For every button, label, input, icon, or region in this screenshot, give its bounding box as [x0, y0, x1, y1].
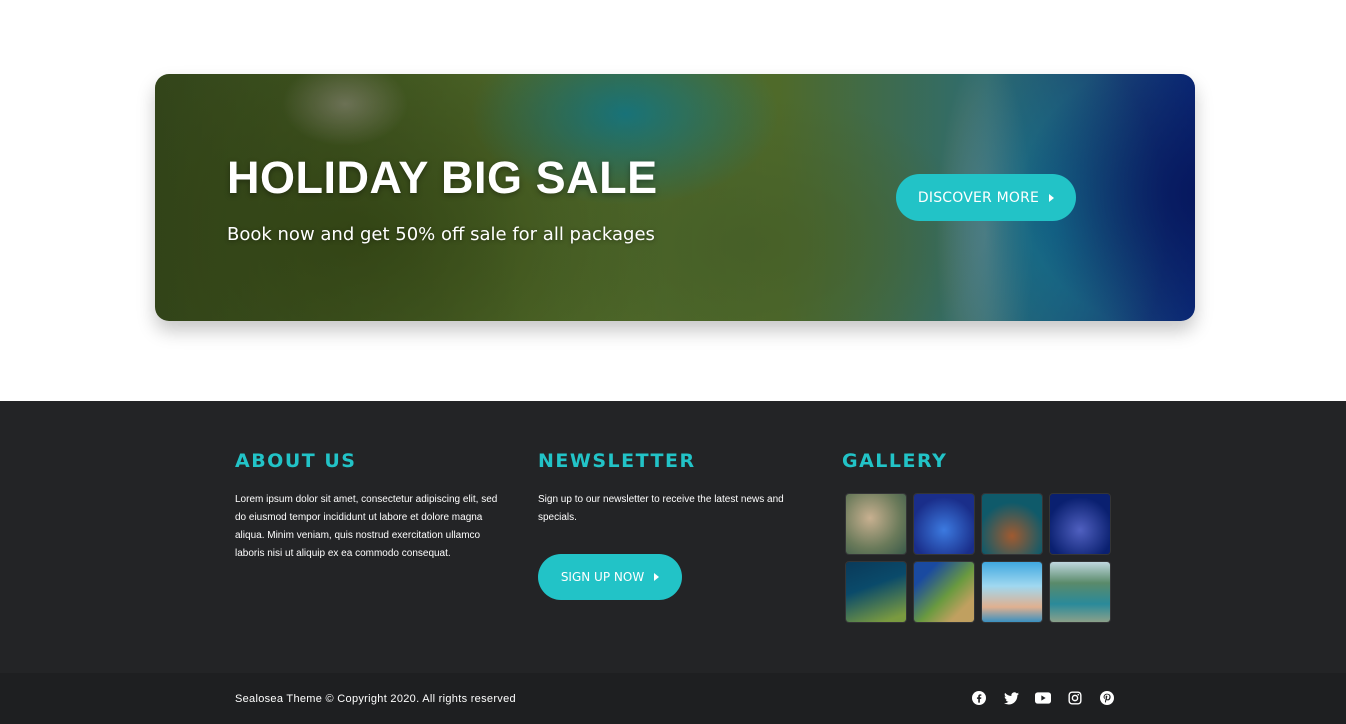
pinterest-icon[interactable]: [1098, 689, 1116, 707]
gallery-thumb-snorkelers[interactable]: [982, 562, 1042, 622]
caret-right-icon: [654, 573, 660, 581]
gallery-thumb-aerial-island[interactable]: [914, 562, 974, 622]
about-us-text: Lorem ipsum dolor sit amet, consectetur …: [235, 494, 498, 559]
youtube-icon[interactable]: [1034, 689, 1052, 707]
gallery-thumb-reef-blue[interactable]: [1050, 494, 1110, 554]
sign-up-button[interactable]: SIGN UP NOW: [538, 554, 682, 600]
discover-more-label: DISCOVER MORE: [917, 189, 1040, 206]
gallery-title: GALLERY: [842, 450, 948, 472]
promo-banner: HOLIDAY BIG SALE Book now and get 50% of…: [155, 74, 1195, 321]
gallery-thumb-underwater-diver[interactable]: [846, 562, 906, 622]
newsletter-title: NEWSLETTER: [538, 450, 696, 472]
bottom-bar: Sealosea Theme © Copyright 2020. All rig…: [0, 673, 1346, 724]
banner-subtitle: Book now and get 50% off sale for all pa…: [227, 224, 655, 245]
discover-more-button[interactable]: DISCOVER MORE: [896, 174, 1076, 221]
twitter-icon[interactable]: [1002, 689, 1020, 707]
sign-up-label: SIGN UP NOW: [560, 570, 645, 584]
newsletter-text: Sign up to our newsletter to receive the…: [538, 494, 784, 523]
gallery-thumb-coral-reef[interactable]: [982, 494, 1042, 554]
copyright-text: Sealosea Theme © Copyright 2020. All rig…: [235, 693, 516, 705]
footer: ABOUT US Lorem ipsum dolor sit amet, con…: [0, 401, 1346, 673]
banner-title: HOLIDAY BIG SALE: [227, 152, 658, 203]
gallery-thumb-tropical-beach[interactable]: [1050, 562, 1110, 622]
gallery-thumb-coral-fish[interactable]: [914, 494, 974, 554]
gallery-thumb-rocky-shore[interactable]: [846, 494, 906, 554]
caret-right-icon: [1049, 193, 1055, 202]
instagram-icon[interactable]: [1066, 689, 1084, 707]
facebook-icon[interactable]: [970, 689, 988, 707]
about-us-title: ABOUT US: [235, 450, 357, 472]
